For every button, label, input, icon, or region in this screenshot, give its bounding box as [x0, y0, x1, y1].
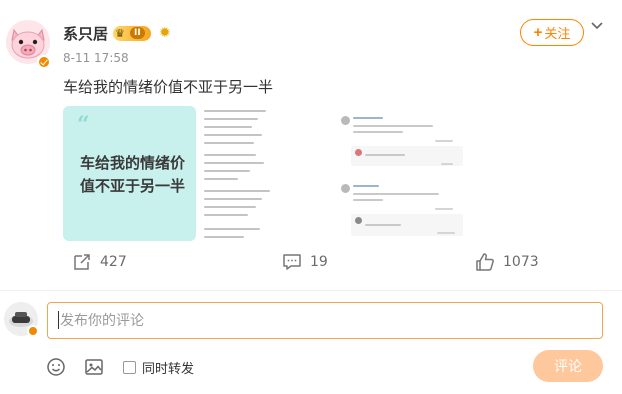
vip-level-label: II — [130, 27, 145, 39]
comment-button[interactable]: 19 — [282, 251, 328, 273]
post-timestamp[interactable]: 8-11 17:58 — [63, 51, 129, 65]
quote-card: “ 车给我的情绪价值不亚于另一半 — [63, 106, 196, 241]
vip-badge[interactable]: ♛ II — [113, 26, 151, 41]
follow-button[interactable]: + 关注 — [520, 19, 584, 46]
verified-badge-icon — [37, 55, 51, 69]
image-icon[interactable] — [84, 357, 104, 377]
post-image[interactable]: “ 车给我的情绪价值不亚于另一半 — [63, 106, 477, 241]
section-divider — [0, 290, 622, 291]
comment-count: 19 — [310, 254, 328, 270]
repost-count: 427 — [100, 254, 127, 270]
screenshot-comments-panel — [337, 106, 477, 241]
author-name[interactable]: 系只居 — [63, 23, 108, 44]
text-caret — [58, 311, 59, 329]
repost-button[interactable]: 427 — [72, 251, 127, 273]
chevron-down-icon[interactable] — [589, 18, 605, 34]
like-count: 1073 — [503, 254, 539, 270]
quote-card-text: 车给我的情绪价值不亚于另一半 — [80, 154, 186, 195]
repost-icon — [74, 254, 90, 270]
repost-checkbox[interactable] — [123, 361, 136, 374]
crown-icon: ♛ — [115, 27, 125, 40]
post-text: 车给我的情绪价值不亚于另一半 — [63, 78, 274, 96]
user-verified-icon — [27, 325, 39, 337]
weibo-post: 系只居 ♛ II ✹ 8-11 17:58 + 关注 车给我的情绪价值不亚于另一… — [0, 0, 622, 394]
like-button[interactable]: 1073 — [475, 251, 539, 273]
sun-badge-icon: ✹ — [159, 25, 171, 41]
emoji-icon[interactable] — [46, 357, 66, 377]
like-icon — [476, 253, 494, 271]
quote-icon: “ — [77, 112, 90, 138]
comment-icon — [283, 254, 301, 270]
comment-input[interactable] — [47, 302, 603, 339]
follow-label: 关注 — [544, 26, 571, 41]
submit-comment-button[interactable]: 评论 — [533, 350, 603, 382]
plus-icon: + — [533, 24, 543, 41]
screenshot-text-panel — [202, 106, 332, 241]
repost-checkbox-label[interactable]: 同时转发 — [142, 358, 194, 377]
